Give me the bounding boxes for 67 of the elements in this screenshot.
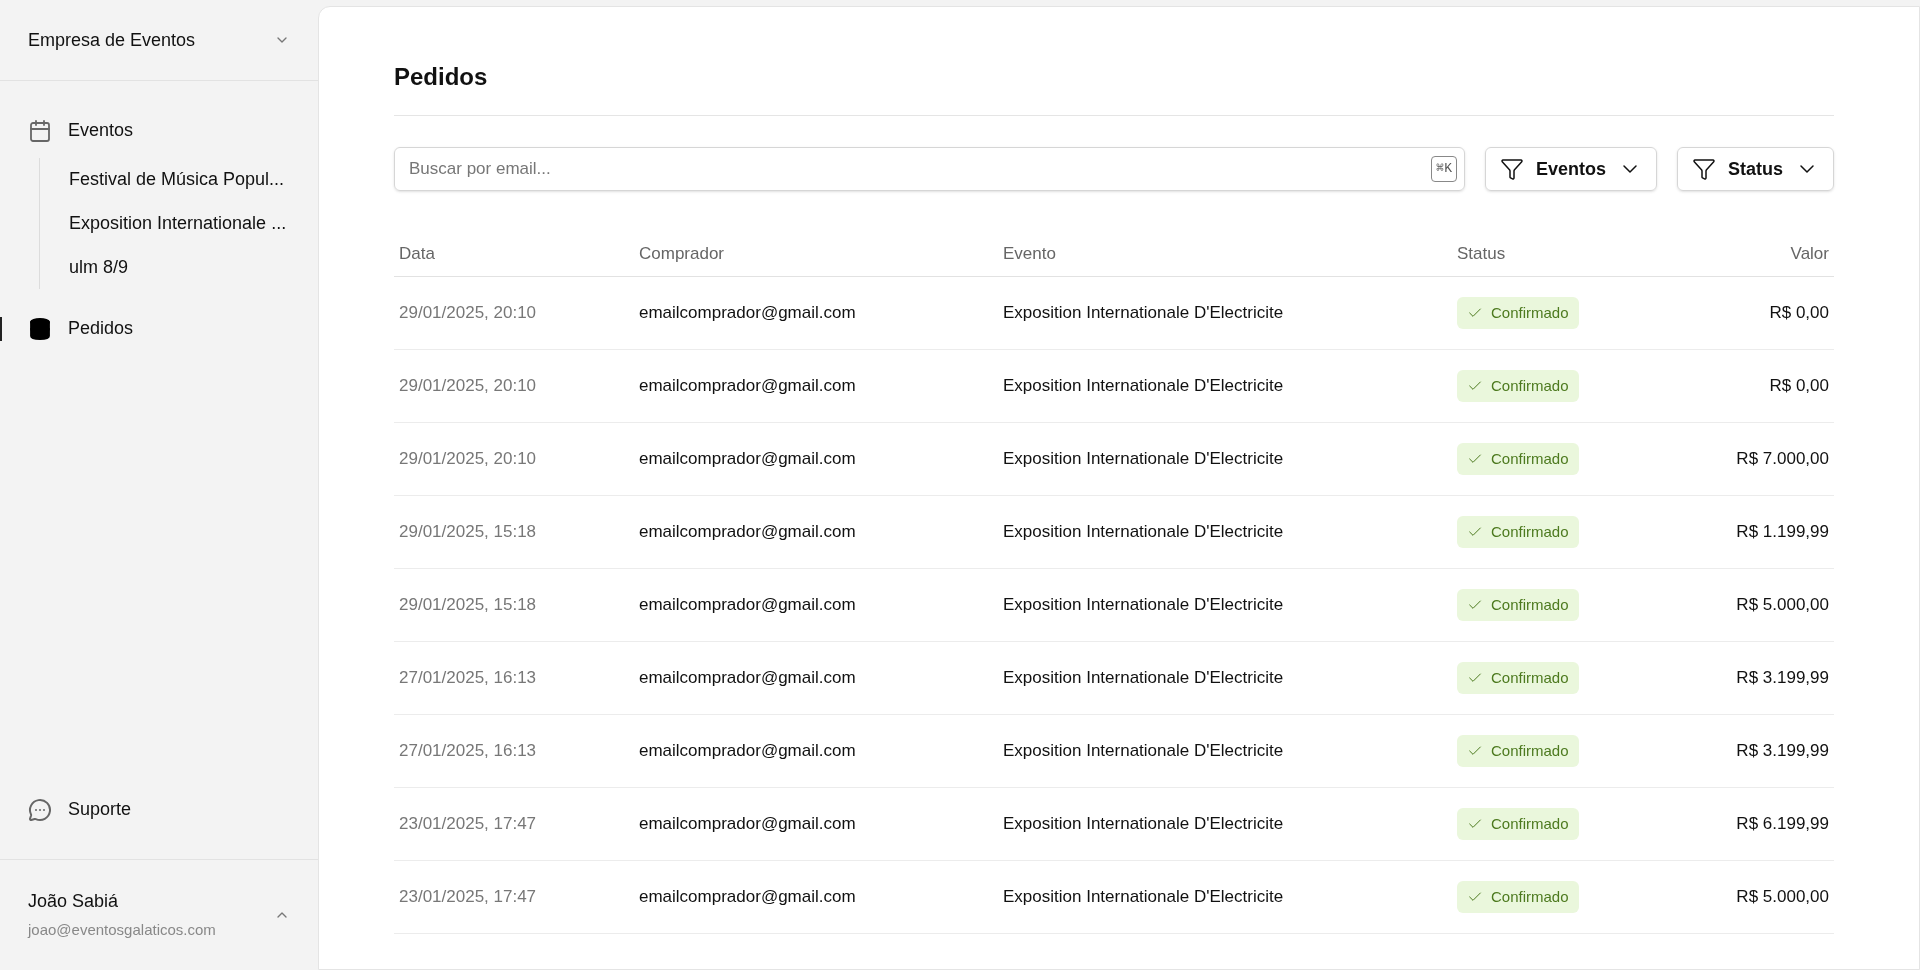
event-cell-text: Exposition Internationale D'Electricite	[1003, 813, 1285, 836]
event-link[interactable]: Exposition Internationale ...	[69, 210, 318, 237]
value-cell-text: R$ 3.199,99	[1735, 740, 1830, 763]
date-cell-text: 29/01/2025, 15:18	[398, 521, 538, 544]
user-email: joao@eventosgalaticos.com	[28, 920, 216, 941]
event-cell-text: Exposition Internationale D'Electricite	[1003, 594, 1285, 617]
date-cell-text: 29/01/2025, 20:10	[398, 448, 538, 471]
buyer-cell-text: emailcomprador@gmail.com	[639, 594, 857, 617]
status-badge: Confirmado	[1457, 661, 1579, 695]
event-cell-text: Exposition Internationale D'Electricite	[1003, 375, 1285, 398]
value-cell-text: R$ 0,00	[1768, 302, 1830, 325]
date-cell-text: 27/01/2025, 16:13	[398, 740, 538, 763]
filter-icon	[1499, 157, 1524, 181]
buyer-cell-text: emailcomprador@gmail.com	[639, 302, 857, 325]
value-cell-text: R$ 1.199,99	[1735, 521, 1830, 544]
value-cell-text: R$ 0,00	[1768, 375, 1830, 398]
buyer-cell-text: emailcomprador@gmail.com	[639, 667, 857, 690]
buyer-cell-text: emailcomprador@gmail.com	[639, 375, 857, 398]
status-badge: Confirmado	[1457, 880, 1579, 914]
database-icon	[28, 316, 52, 341]
event-cell-text: Exposition Internationale D'Electricite	[1003, 667, 1285, 690]
value-cell-text: R$ 6.199,99	[1735, 813, 1830, 836]
status-badge: Confirmado	[1457, 588, 1579, 622]
chat-bubble-icon	[28, 797, 52, 822]
date-cell-text: 23/01/2025, 17:47	[398, 886, 538, 909]
value-cell-text: R$ 5.000,00	[1735, 594, 1830, 617]
date-cell-text: 29/01/2025, 20:10	[398, 302, 538, 325]
sidebar-item[interactable]: Pedidos	[0, 309, 162, 348]
buyer-cell-text: emailcomprador@gmail.com	[639, 448, 857, 471]
event-link[interactable]: Festival de Música Popul...	[69, 166, 318, 193]
status-badge: Confirmado	[1457, 515, 1579, 549]
value-cell-text: R$ 7.000,00	[1735, 448, 1830, 471]
filter-dropdown[interactable]: Status	[1677, 147, 1834, 191]
status-badge: Confirmado	[1457, 296, 1579, 330]
sidebar-item[interactable]: Eventos	[0, 111, 162, 150]
buyer-cell-text: emailcomprador@gmail.com	[639, 521, 857, 544]
column-header: Valor	[1789, 242, 1830, 265]
status-badge: Confirmado	[1457, 442, 1579, 476]
value-cell-text: R$ 3.199,99	[1735, 667, 1830, 690]
page-title: Pedidos	[394, 7, 1834, 116]
status-badge: Confirmado	[1457, 369, 1579, 403]
status-badge: Confirmado	[1457, 807, 1579, 841]
filter-icon	[1692, 157, 1716, 181]
column-header: Status	[1457, 242, 1507, 265]
date-cell-text: 29/01/2025, 20:10	[398, 375, 538, 398]
event-link[interactable]: ulm 8/9	[69, 254, 318, 281]
status-badge: Confirmado	[1457, 734, 1579, 768]
buyer-cell-text: emailcomprador@gmail.com	[639, 740, 857, 763]
event-cell-text: Exposition Internationale D'Electricite	[1003, 886, 1285, 909]
value-cell-text: R$ 5.000,00	[1735, 886, 1830, 909]
calendar-icon	[28, 118, 52, 143]
filter-dropdown[interactable]: Eventos	[1484, 147, 1657, 191]
column-header: Comprador	[639, 242, 726, 265]
date-cell-text: 27/01/2025, 16:13	[398, 667, 538, 690]
event-cell-text: Exposition Internationale D'Electricite	[1003, 302, 1285, 325]
event-cell-text: Exposition Internationale D'Electricite	[1003, 448, 1285, 471]
event-cell-text: Exposition Internationale D'Electricite	[1003, 521, 1285, 544]
column-header: Evento	[1003, 242, 1057, 265]
shortcut-key: ⌘K	[1431, 156, 1457, 182]
column-header: Data	[398, 242, 436, 265]
buyer-cell-text: emailcomprador@gmail.com	[639, 813, 857, 836]
buyer-cell-text: emailcomprador@gmail.com	[639, 886, 857, 909]
event-cell-text: Exposition Internationale D'Electricite	[1003, 740, 1285, 763]
user-name: João Sabiá	[28, 890, 120, 914]
date-cell-text: 29/01/2025, 15:18	[398, 594, 538, 617]
date-cell-text: 23/01/2025, 17:47	[398, 813, 538, 836]
support-link[interactable]: Suporte	[0, 790, 318, 829]
